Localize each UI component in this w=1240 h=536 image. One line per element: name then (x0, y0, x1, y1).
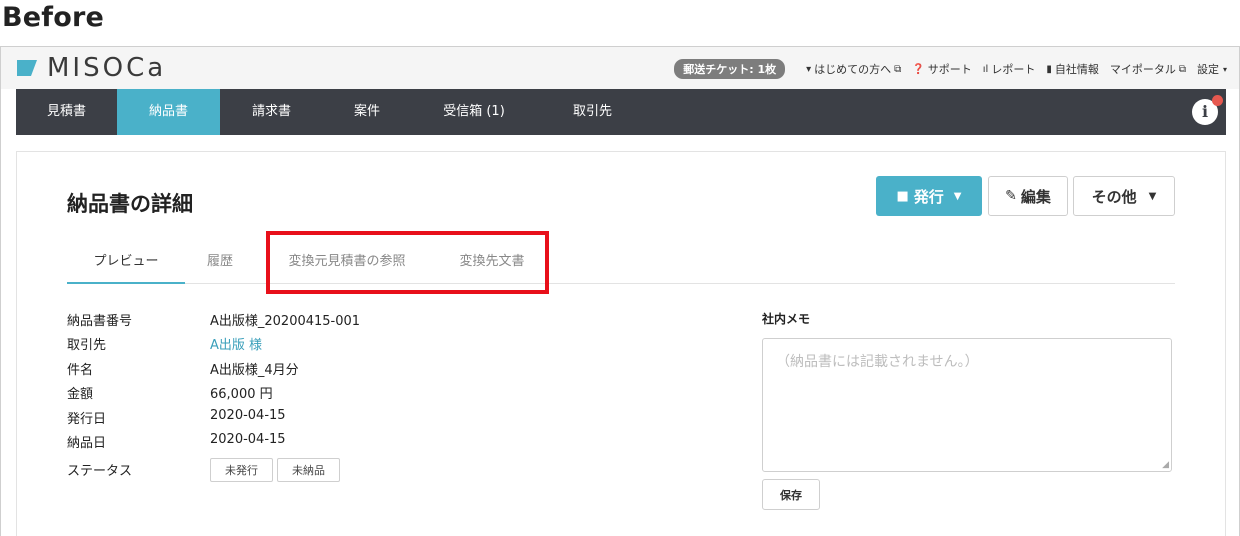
chevron-down-icon: ▾ (1222, 64, 1227, 74)
field-value: 2020-04-15 (210, 432, 286, 447)
status-chips: 未発行 未納品 (210, 458, 344, 482)
other-menu-label: その他 (1091, 187, 1137, 206)
logo-text: MISOCa (47, 53, 167, 83)
report-link[interactable]: ıl レポート (983, 61, 1036, 77)
nav-item-clients[interactable]: 取引先 (537, 89, 648, 135)
notification-dot (1212, 95, 1223, 106)
field-label: ステータス (67, 464, 133, 479)
company-info-link[interactable]: ▮ 自社情報 (1046, 61, 1099, 77)
main-nav: 見積書 納品書 請求書 案件 受信箱 (1) 取引先 i (16, 89, 1226, 135)
guide-link-label: はじめての方へ (814, 63, 892, 76)
before-heading: Before (2, 2, 105, 33)
settings-menu[interactable]: 設定 ▾ (1197, 61, 1227, 77)
document-icon: ■ (896, 188, 909, 204)
chevron-down-icon: ▼ (1148, 190, 1157, 202)
resize-handle-icon[interactable]: ◢ (1162, 460, 1169, 470)
logo-mark-icon (17, 60, 37, 76)
field-value: A出版様_20200415-001 (210, 314, 361, 329)
book-icon: ▾ (806, 63, 812, 75)
info-button[interactable]: i (1192, 95, 1223, 125)
field-label: 納品書番号 (67, 314, 133, 329)
top-links: 郵送チケット: 1枚 ▾ はじめての方へ ⧉ ❓ サポート ıl レポート ▮ … (674, 59, 1227, 79)
edit-button[interactable]: ✎ 編集 (988, 176, 1068, 216)
mail-ticket-badge[interactable]: 郵送チケット: 1枚 (674, 59, 786, 79)
issue-button-label: 発行 (913, 187, 944, 206)
guide-link[interactable]: ▾ はじめての方へ ⧉ (806, 61, 901, 77)
field-value: 66,000 円 (210, 387, 273, 402)
tab-history[interactable]: 履歴 (185, 240, 255, 284)
memo-textarea[interactable]: （納品書には記載されません。） ◢ (762, 338, 1172, 472)
page-title: 納品書の詳細 (67, 192, 193, 216)
detail-card: 納品書の詳細 ■ 発行 ▼ ✎ 編集 その他 ▼ プレビュー 履歴 変換元見積書… (16, 151, 1226, 536)
nav-item-inbox[interactable]: 受信箱 (1) (411, 89, 537, 135)
field-value: A出版様_4月分 (210, 363, 299, 378)
other-menu-button[interactable]: その他 ▼ (1073, 176, 1175, 216)
field-label: 取引先 (67, 338, 107, 353)
detail-tabs: プレビュー 履歴 変換元見積書の参照 変換先文書 (67, 240, 1175, 284)
field-label: 発行日 (67, 412, 107, 427)
nav-item-delivery-notes[interactable]: 納品書 (117, 89, 220, 135)
field-label: 納品日 (67, 436, 107, 451)
app-window: MISOCa 郵送チケット: 1枚 ▾ はじめての方へ ⧉ ❓ サポート ıl … (0, 46, 1240, 536)
nav-item-estimates[interactable]: 見積書 (16, 89, 117, 135)
field-value: 2020-04-15 (210, 408, 286, 423)
annotation-highlight-box (266, 231, 549, 294)
company-info-link-label: 自社情報 (1054, 63, 1099, 76)
memo-placeholder: （納品書には記載されません。） (776, 354, 979, 370)
my-portal-link[interactable]: マイポータル ⧉ (1110, 61, 1186, 77)
pencil-icon: ✎ (1005, 188, 1017, 204)
field-label: 金額 (67, 387, 94, 402)
tab-preview[interactable]: プレビュー (67, 240, 185, 284)
support-link[interactable]: ❓ サポート (912, 61, 971, 77)
help-icon: ❓ (912, 63, 925, 75)
external-link-icon: ⧉ (1178, 63, 1186, 75)
nav-item-invoices[interactable]: 請求書 (220, 89, 323, 135)
memo-label: 社内メモ (762, 312, 811, 326)
field-label: 件名 (67, 363, 94, 378)
building-icon: ▮ (1046, 63, 1052, 75)
nav-item-projects[interactable]: 案件 (323, 89, 411, 135)
external-link-icon: ⧉ (894, 63, 902, 75)
report-icon: ıl (982, 63, 989, 75)
status-badge: 未発行 (210, 458, 273, 482)
top-bar: MISOCa 郵送チケット: 1枚 ▾ はじめての方へ ⧉ ❓ サポート ıl … (1, 47, 1239, 89)
settings-menu-label: 設定 (1196, 63, 1219, 76)
edit-button-label: 編集 (1020, 187, 1051, 206)
status-badge: 未納品 (277, 458, 340, 482)
save-button[interactable]: 保存 (762, 479, 820, 510)
my-portal-link-label: マイポータル (1109, 63, 1176, 76)
issue-button[interactable]: ■ 発行 ▼ (876, 176, 982, 216)
support-link-label: サポート (927, 63, 972, 76)
report-link-label: レポート (991, 63, 1036, 76)
chevron-down-icon: ▼ (953, 190, 962, 202)
client-link[interactable]: A出版 様 (210, 334, 262, 353)
misoca-logo[interactable]: MISOCa (17, 55, 166, 81)
